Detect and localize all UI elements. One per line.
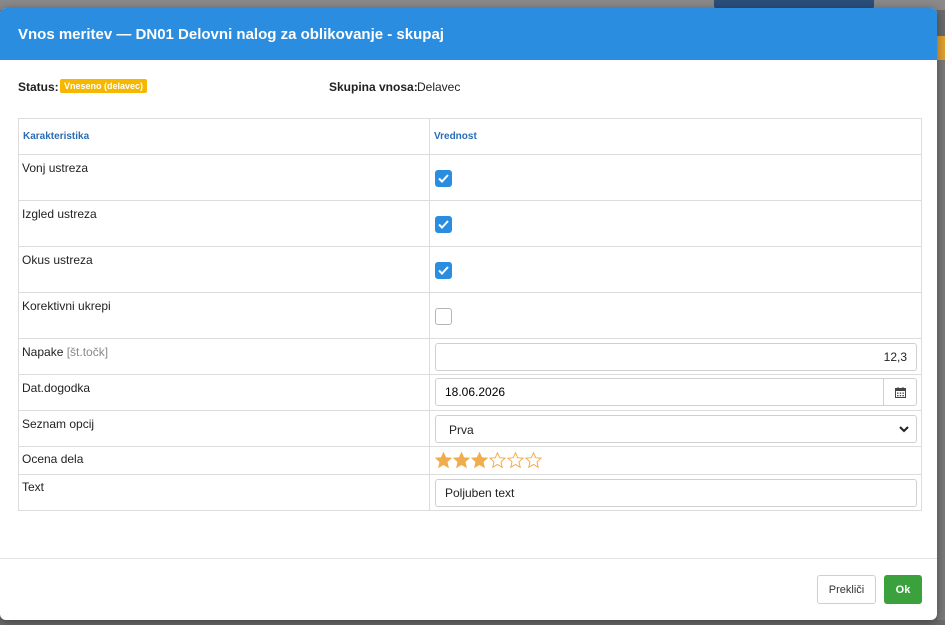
measurement-entry-dialog: Vnos meritev — DN01 Delovni nalog za obl…	[0, 8, 937, 620]
row-label: Okus ustreza	[22, 253, 93, 267]
cancel-button[interactable]: Prekliči	[817, 575, 876, 604]
group-label: Skupina vnosa:	[329, 80, 418, 94]
calendar-button[interactable]	[883, 379, 916, 405]
dialog-title: Vnos meritev — DN01 Delovni nalog za obl…	[18, 25, 444, 43]
row-label-cell: Ocena dela	[18, 446, 430, 475]
checkbox-korektivni[interactable]	[435, 308, 452, 325]
check-icon	[438, 266, 449, 275]
row-label-cell: Napake [št.točk]	[18, 338, 430, 375]
characteristics-table: Karakteristika Vrednost Vonj ustreza Izg…	[18, 118, 922, 511]
column-header-value: Vrednost	[429, 118, 922, 155]
footer-divider	[0, 558, 937, 559]
table-row: Korektivni ukrepi	[18, 292, 922, 339]
unit-label: [št.točk]	[66, 345, 109, 359]
star-empty-icon[interactable]	[525, 452, 542, 469]
row-label-cell: Izgled ustreza	[18, 200, 430, 247]
options-select[interactable]: Prva	[435, 415, 917, 443]
napake-number-input[interactable]	[435, 343, 917, 371]
table-header-row: Karakteristika Vrednost	[18, 118, 922, 155]
star-filled-icon[interactable]	[435, 452, 452, 469]
row-label: Korektivni ukrepi	[22, 299, 111, 313]
chevron-down-icon	[899, 426, 909, 433]
row-value-cell: Prva	[429, 410, 922, 447]
row-label-cell: Vonj ustreza	[18, 154, 430, 201]
check-icon	[438, 174, 449, 183]
text-input[interactable]	[435, 479, 917, 507]
row-value-cell	[429, 154, 922, 201]
table-row: Okus ustreza	[18, 246, 922, 293]
row-label-text: Napake	[22, 345, 64, 359]
row-value-cell	[429, 338, 922, 375]
checkbox-vonj[interactable]	[435, 170, 452, 187]
row-label: Text	[22, 480, 45, 494]
row-label-cell: Text	[18, 474, 430, 511]
table-row: Dat.dogodka	[18, 374, 922, 411]
table-row: Izgled ustreza	[18, 200, 922, 247]
ok-button[interactable]: Ok	[884, 575, 922, 604]
background-edge	[937, 60, 945, 620]
table-row: Text	[18, 474, 922, 511]
table-row: Napake [št.točk]	[18, 338, 922, 375]
row-value-cell	[429, 474, 922, 511]
row-label: Napake [št.točk]	[19, 339, 429, 359]
checkbox-izgled[interactable]	[435, 216, 452, 233]
table-row: Seznam opcij Prva	[18, 410, 922, 447]
row-value-cell	[429, 200, 922, 247]
row-label: Ocena dela	[22, 452, 84, 466]
info-row: Status: Vneseno (delavec) Skupina vnosa:…	[0, 60, 937, 106]
dialog-header: Vnos meritev — DN01 Delovni nalog za obl…	[0, 8, 937, 60]
select-value: Prva	[449, 423, 474, 437]
group-value: Delavec	[417, 80, 461, 94]
date-input[interactable]	[436, 379, 904, 405]
row-label-cell: Okus ustreza	[18, 246, 430, 293]
star-rating[interactable]	[435, 452, 542, 469]
star-filled-icon[interactable]	[453, 452, 470, 469]
status-badge: Vneseno (delavec)	[60, 79, 148, 93]
row-value-cell	[429, 446, 922, 475]
row-label-cell: Dat.dogodka	[18, 374, 430, 411]
row-label-cell: Korektivni ukrepi	[18, 292, 430, 339]
checkbox-okus[interactable]	[435, 262, 452, 279]
table-row: Ocena dela	[18, 446, 922, 475]
table-row: Vonj ustreza	[18, 154, 922, 201]
star-empty-icon[interactable]	[507, 452, 524, 469]
star-empty-icon[interactable]	[489, 452, 506, 469]
star-filled-icon[interactable]	[471, 452, 488, 469]
row-value-cell	[429, 246, 922, 293]
row-label: Dat.dogodka	[22, 381, 91, 395]
row-label: Izgled ustreza	[22, 207, 97, 221]
check-icon	[438, 220, 449, 229]
row-label: Vonj ustreza	[22, 161, 89, 175]
calendar-icon	[894, 386, 906, 398]
row-label-cell: Seznam opcij	[18, 410, 430, 447]
column-header-characteristic: Karakteristika	[18, 118, 430, 155]
row-label: Seznam opcij	[22, 417, 95, 431]
date-field	[435, 378, 917, 406]
status-label: Status:	[18, 80, 59, 94]
row-value-cell	[429, 374, 922, 411]
background-accent	[937, 36, 945, 62]
row-value-cell	[429, 292, 922, 339]
